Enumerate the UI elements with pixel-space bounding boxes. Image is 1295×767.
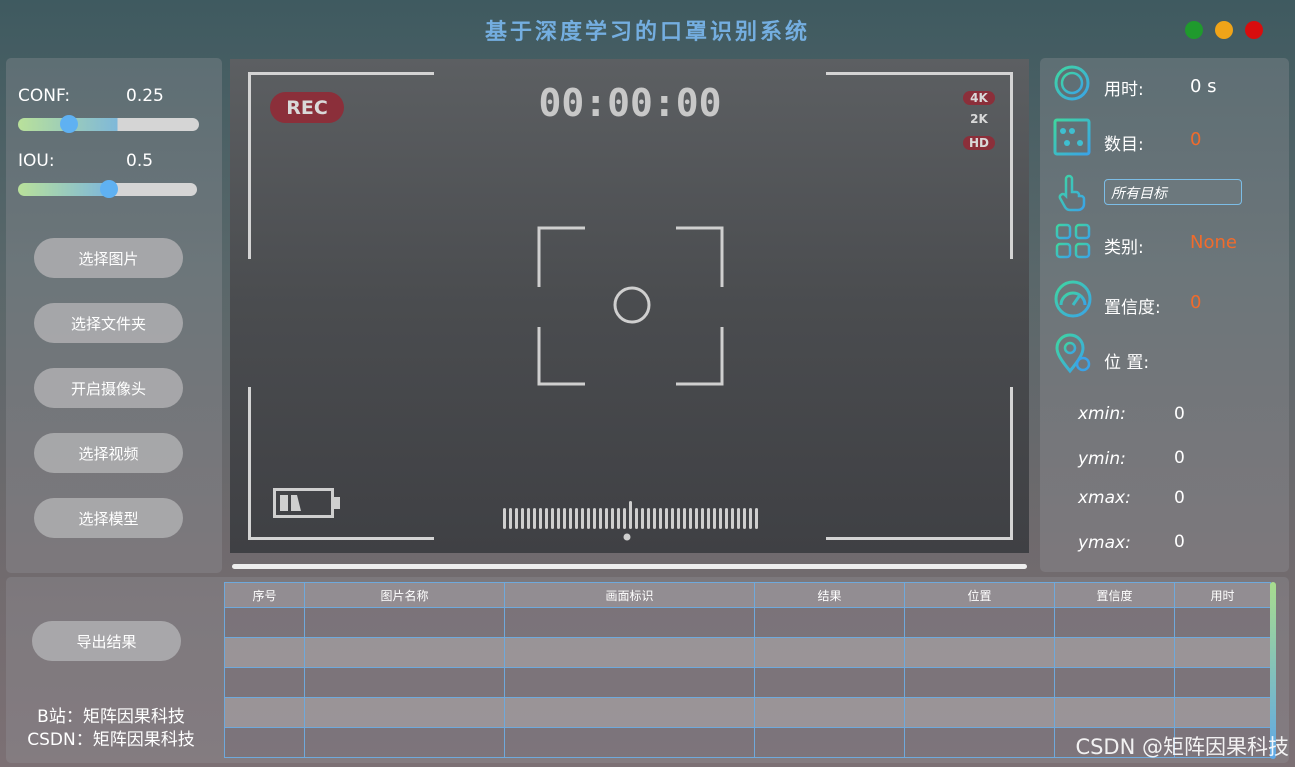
- frame-corner-bl-h: [248, 537, 434, 540]
- class-label: 类别:: [1104, 238, 1144, 258]
- select-model-button[interactable]: 选择模型: [34, 498, 183, 538]
- iou-value: 0.5: [126, 151, 154, 171]
- close-button[interactable]: [1245, 21, 1263, 39]
- confidence-value: 0: [1190, 292, 1202, 313]
- abacus-icon: [1053, 118, 1091, 156]
- conf-slider-handle[interactable]: [60, 115, 78, 133]
- video-progress-bar[interactable]: [232, 564, 1027, 569]
- focus-reticle-icon: [537, 226, 724, 386]
- frame-corner-tr-v: [1010, 72, 1013, 259]
- column-header-result[interactable]: 结果: [754, 582, 905, 608]
- rec-badge: REC: [270, 92, 344, 123]
- xmin-label: xmin:: [1078, 404, 1126, 424]
- res-hd-badge: HD: [963, 136, 995, 150]
- xmin-value: 0: [1174, 404, 1185, 424]
- column-header-position[interactable]: 位置: [904, 582, 1055, 608]
- ymin-value: 0: [1174, 448, 1185, 468]
- conf-label: CONF:: [18, 86, 71, 106]
- audio-level-meter-icon: [503, 501, 758, 541]
- iou-label: IOU:: [18, 151, 55, 171]
- frame-corner-br-h: [826, 537, 1013, 540]
- count-value: 0: [1190, 129, 1202, 150]
- ymax-label: ymax:: [1078, 533, 1131, 553]
- frame-corner-tr-h: [826, 72, 1013, 75]
- ymin-label: ymin:: [1078, 449, 1126, 469]
- csdn-credit: CSDN：矩阵因果科技: [27, 730, 195, 750]
- ymax-value: 0: [1174, 532, 1185, 552]
- frame-corner-tl-h: [248, 72, 434, 75]
- open-camera-button[interactable]: 开启摄像头: [34, 368, 183, 408]
- res-2k-label: 2K: [970, 112, 988, 126]
- conf-value: 0.25: [126, 86, 164, 106]
- count-label: 数目:: [1104, 135, 1144, 155]
- pointer-hand-icon: [1058, 174, 1086, 212]
- table-row[interactable]: [224, 667, 1271, 698]
- time-value: 0 s: [1190, 76, 1217, 97]
- column-header-time[interactable]: 用时: [1174, 582, 1271, 608]
- frame-corner-br-v: [1010, 387, 1013, 540]
- column-header-index[interactable]: 序号: [224, 582, 305, 608]
- frame-corner-bl-v: [248, 387, 251, 540]
- time-label: 用时:: [1104, 80, 1144, 100]
- class-value: None: [1190, 232, 1237, 253]
- confidence-gauge-icon: [1054, 280, 1092, 318]
- bilibili-credit: B站：矩阵因果科技: [37, 707, 185, 727]
- export-results-button[interactable]: 导出结果: [32, 621, 181, 661]
- column-header-confidence[interactable]: 置信度: [1054, 582, 1175, 608]
- battery-icon: [273, 488, 340, 518]
- table-row[interactable]: [224, 637, 1271, 668]
- select-image-button[interactable]: 选择图片: [34, 238, 183, 278]
- res-4k-badge: 4K: [963, 91, 995, 105]
- confidence-label: 置信度:: [1104, 298, 1161, 318]
- column-header-frame-id[interactable]: 画面标识: [504, 582, 755, 608]
- frame-corner-tl-v: [248, 72, 251, 259]
- table-header-row: 序号 图片名称 画面标识 结果 位置 置信度 用时: [224, 582, 1271, 608]
- iou-slider-handle[interactable]: [100, 180, 118, 198]
- column-header-image-name[interactable]: 图片名称: [304, 582, 505, 608]
- speedometer-icon: [1054, 65, 1090, 101]
- camera-view: REC 00:00:00 4K 2K HD: [230, 59, 1029, 553]
- select-folder-button[interactable]: 选择文件夹: [34, 303, 183, 343]
- xmax-label: xmax:: [1078, 488, 1131, 508]
- csdn-watermark: CSDN @矩阵因果科技: [1075, 735, 1289, 759]
- table-row[interactable]: [224, 607, 1271, 638]
- minimize-button[interactable]: [1185, 21, 1203, 39]
- target-select-dropdown[interactable]: 所有目标: [1104, 179, 1242, 205]
- app-title: 基于深度学习的口罩识别系统: [484, 19, 810, 45]
- conf-slider[interactable]: [18, 115, 199, 133]
- select-video-button[interactable]: 选择视频: [34, 433, 183, 473]
- iou-slider[interactable]: [18, 180, 197, 198]
- position-label: 位 置:: [1104, 353, 1150, 373]
- category-grid-icon: [1055, 223, 1091, 259]
- location-pin-icon: [1055, 333, 1091, 374]
- table-row[interactable]: [224, 697, 1271, 728]
- record-timer: 00:00:00: [538, 81, 722, 125]
- xmax-value: 0: [1174, 488, 1185, 508]
- maximize-button[interactable]: [1215, 21, 1233, 39]
